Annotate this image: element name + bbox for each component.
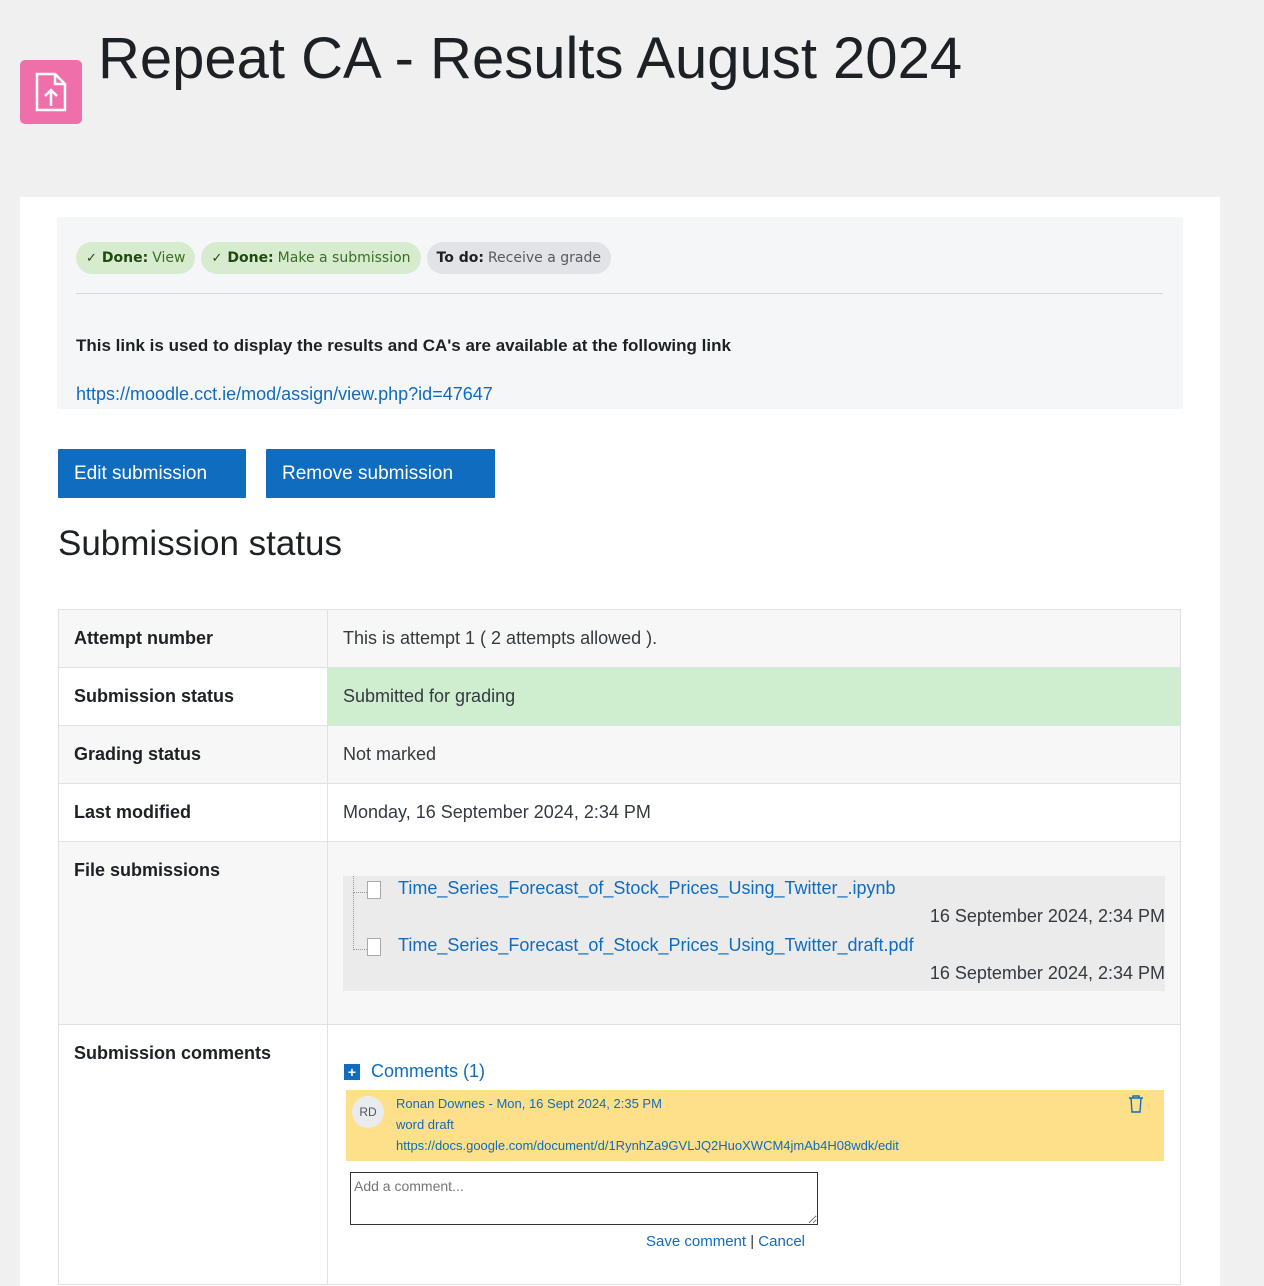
file-item: Time_Series_Forecast_of_Stock_Prices_Usi…: [343, 893, 1165, 990]
trash-icon[interactable]: [1128, 1094, 1144, 1119]
file-submissions-cell: Time_Series_Forecast_of_Stock_Prices_Usi…: [327, 841, 1181, 1025]
comment-author-time[interactable]: Ronan Downes - Mon, 16 Sept 2024, 2:35 P…: [396, 1096, 662, 1111]
comment-link[interactable]: https://docs.google.com/document/d/1Rynh…: [396, 1138, 899, 1153]
file-date: 16 September 2024, 2:34 PM: [929, 963, 1165, 983]
check-icon: ✓: [86, 250, 97, 266]
divider: [76, 293, 1163, 294]
cancel-comment-link[interactable]: Cancel: [758, 1233, 805, 1250]
completion-badges: ✓ Done: View ✓ Done: Make a submission T…: [76, 242, 611, 274]
file-link[interactable]: Time_Series_Forecast_of_Stock_Prices_Usi…: [398, 878, 896, 899]
file-tree: Time_Series_Forecast_of_Stock_Prices_Usi…: [343, 876, 1165, 991]
page-title: Repeat CA - Results August 2024: [98, 26, 963, 91]
file-link[interactable]: Time_Series_Forecast_of_Stock_Prices_Usi…: [398, 935, 914, 956]
results-link[interactable]: https://moodle.cct.ie/mod/assign/view.ph…: [76, 384, 493, 405]
row-label: Submission status: [58, 667, 328, 726]
check-icon: ✓: [211, 250, 223, 266]
badge-status: To do:: [436, 250, 484, 266]
file-date: 16 September 2024, 2:34 PM: [929, 906, 1165, 926]
remove-submission-button[interactable]: Remove submission: [266, 449, 495, 498]
row-label: Last modified: [58, 783, 328, 842]
badge-label: Make a submission: [277, 250, 411, 266]
page-header: Repeat CA - Results August 2024: [0, 0, 1264, 197]
activity-info: ✓ Done: View ✓ Done: Make a submission T…: [57, 217, 1183, 409]
table-row: Last modified Monday, 16 September 2024,…: [58, 783, 1181, 842]
completion-badge-grade: To do: Receive a grade: [426, 242, 611, 274]
pdf-file-icon: [367, 938, 381, 956]
badge-label: View: [152, 250, 186, 266]
comment-actions: Save comment | Cancel: [646, 1233, 805, 1250]
comment-item: RD Ronan Downes - Mon, 16 Sept 2024, 2:3…: [346, 1090, 1164, 1161]
row-value: Not marked: [327, 725, 1181, 784]
plus-icon: +: [344, 1063, 360, 1080]
action-separator: |: [750, 1233, 755, 1250]
table-row: Attempt number This is attempt 1 ( 2 att…: [58, 609, 1181, 668]
main-content: ✓ Done: View ✓ Done: Make a submission T…: [20, 197, 1220, 1286]
assignment-upload-icon: [20, 60, 82, 124]
row-value: Monday, 16 September 2024, 2:34 PM: [327, 783, 1181, 842]
table-row: Grading status Not marked: [58, 725, 1181, 784]
file-icon: [367, 881, 381, 899]
table-row: Submission comments + Comments (1) RD Ro…: [58, 1024, 1181, 1285]
submission-status-table: Attempt number This is attempt 1 ( 2 att…: [58, 609, 1181, 1285]
table-row: Submission status Submitted for grading: [58, 667, 1181, 726]
intro-text: This link is used to display the results…: [76, 336, 731, 355]
submission-status-value: Submitted for grading: [327, 667, 1181, 726]
tree-connector: [353, 876, 367, 893]
badge-status: Done:: [101, 250, 149, 266]
badge-label: Receive a grade: [487, 250, 601, 266]
comments-toggle-label: Comments (1): [371, 1061, 486, 1081]
row-label: File submissions: [58, 841, 328, 1025]
comment-text: word draft: [396, 1117, 454, 1132]
comment-input[interactable]: [350, 1172, 818, 1225]
row-label: Grading status: [58, 725, 328, 784]
comments-toggle[interactable]: + Comments (1): [344, 1061, 485, 1082]
file-item: Time_Series_Forecast_of_Stock_Prices_Usi…: [343, 876, 1165, 933]
tree-connector: [353, 893, 367, 950]
completion-badge-submission: ✓ Done: Make a submission: [201, 242, 421, 274]
completion-badge-view: ✓ Done: View: [76, 242, 196, 274]
submission-comments-cell: + Comments (1) RD Ronan Downes - Mon, 16…: [327, 1024, 1181, 1285]
row-label: Attempt number: [58, 609, 328, 668]
row-value: This is attempt 1 ( 2 attempts allowed )…: [327, 609, 1181, 668]
avatar: RD: [352, 1096, 384, 1128]
row-label: Submission comments: [58, 1024, 328, 1285]
badge-status: Done:: [227, 250, 274, 266]
save-comment-link[interactable]: Save comment: [646, 1233, 746, 1250]
section-title: Submission status: [58, 524, 343, 563]
edit-submission-button[interactable]: Edit submission: [58, 449, 246, 498]
table-row: File submissions Time_Series_Forecast_of…: [58, 841, 1181, 1025]
